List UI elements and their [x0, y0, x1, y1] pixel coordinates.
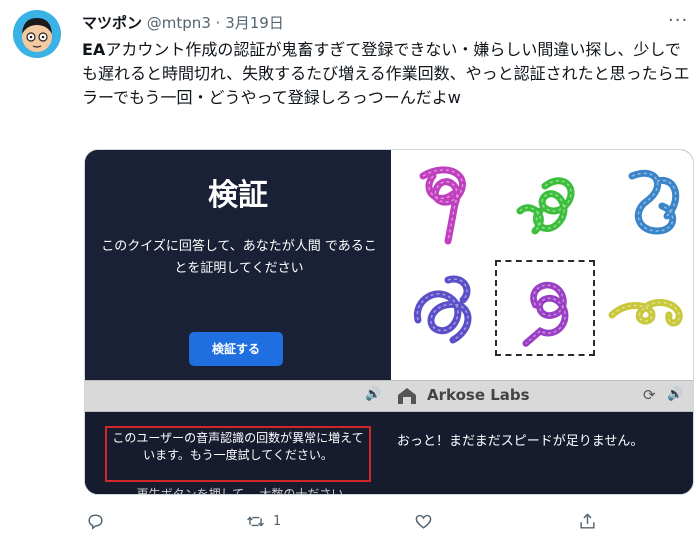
share-icon: [580, 513, 595, 529]
tweet-actions: 1: [0, 512, 700, 534]
captcha-status-area: このユーザーの音声認識の回数が異常に増えています。もう一度試してください。 再生…: [85, 412, 693, 495]
avatar[interactable]: [13, 10, 61, 58]
header-separator: ·: [210, 14, 226, 32]
rope-object-icon: [413, 275, 472, 344]
captcha-tile[interactable]: [597, 156, 693, 252]
reply-button[interactable]: [86, 512, 113, 531]
captcha-tile[interactable]: [495, 260, 595, 356]
retweet-count: 1: [273, 514, 282, 529]
tweet-text-body: アカウント作成の認証が鬼畜すぎて登録できない・嫌らしい間違い探し、少しでも遅れる…: [82, 40, 690, 107]
share-button[interactable]: [578, 512, 597, 531]
rope-object-icon: [516, 177, 575, 235]
captcha-tile[interactable]: [393, 260, 493, 356]
arkose-logo-icon: [398, 388, 416, 404]
audio-warning-text: このユーザーの音声認識の回数が異常に増えています。もう一度試してください。: [112, 431, 364, 462]
rope-object-icon: [522, 281, 569, 347]
speaker-icon[interactable]: 🔊: [365, 387, 381, 402]
cut-off-instruction: 再生ボタンを押して、 大数の十ださい: [136, 487, 344, 495]
reply-icon: [88, 514, 103, 530]
captcha-error-message: おっと！まだまだスピードが足りません。: [397, 434, 644, 449]
refresh-icon[interactable]: ⟳: [643, 386, 656, 404]
tweet-text-bold: EA: [82, 40, 106, 59]
avatar-face-icon: [13, 10, 61, 58]
captcha-left-panel: 検証 このクイズに回答して、あなたが人間 であることを証明してください 検証する: [85, 150, 391, 380]
tweet-text: EAアカウント作成の認証が鬼畜すぎて登録できない・嫌らしい間違い探し、少しでも遅…: [82, 38, 690, 110]
tweet-date[interactable]: 3月19日: [225, 14, 284, 32]
display-name[interactable]: マツポン: [82, 14, 142, 32]
captcha-tile[interactable]: [597, 260, 693, 356]
retweet-button[interactable]: 1: [246, 512, 281, 531]
rope-object-icon: [608, 299, 683, 327]
tweet-media-image[interactable]: 検証 このクイズに回答して、あなたが人間 であることを証明してください 検証する…: [84, 149, 694, 495]
verify-button[interactable]: 検証する: [189, 332, 283, 366]
captcha-instruction: このクイズに回答して、あなたが人間 であることを証明してください: [101, 239, 377, 276]
rope-body: [419, 166, 466, 245]
tweet-header: マツポン @mtpn3 · 3月19日: [82, 12, 284, 33]
heart-icon: [415, 514, 432, 529]
captcha-tile[interactable]: [495, 156, 595, 252]
user-handle[interactable]: @mtpn3: [147, 14, 211, 32]
rope-body: [522, 281, 569, 347]
arkose-brand-name: Arkose Labs: [427, 386, 530, 404]
captcha-image-grid: [391, 150, 693, 380]
rope-object-icon: [628, 169, 680, 235]
more-options-icon[interactable]: ···: [668, 10, 688, 31]
audio-icon[interactable]: 🔊: [667, 387, 683, 402]
rope-object-icon: [419, 166, 466, 245]
captcha-title: 検証: [208, 178, 268, 213]
rope-body: [413, 275, 472, 344]
captcha-tile[interactable]: [393, 156, 493, 252]
retweet-icon: [247, 516, 264, 527]
like-button[interactable]: [414, 512, 441, 531]
captcha-toolbar: 🔊 Arkose Labs ⟳ 🔊: [85, 380, 693, 412]
